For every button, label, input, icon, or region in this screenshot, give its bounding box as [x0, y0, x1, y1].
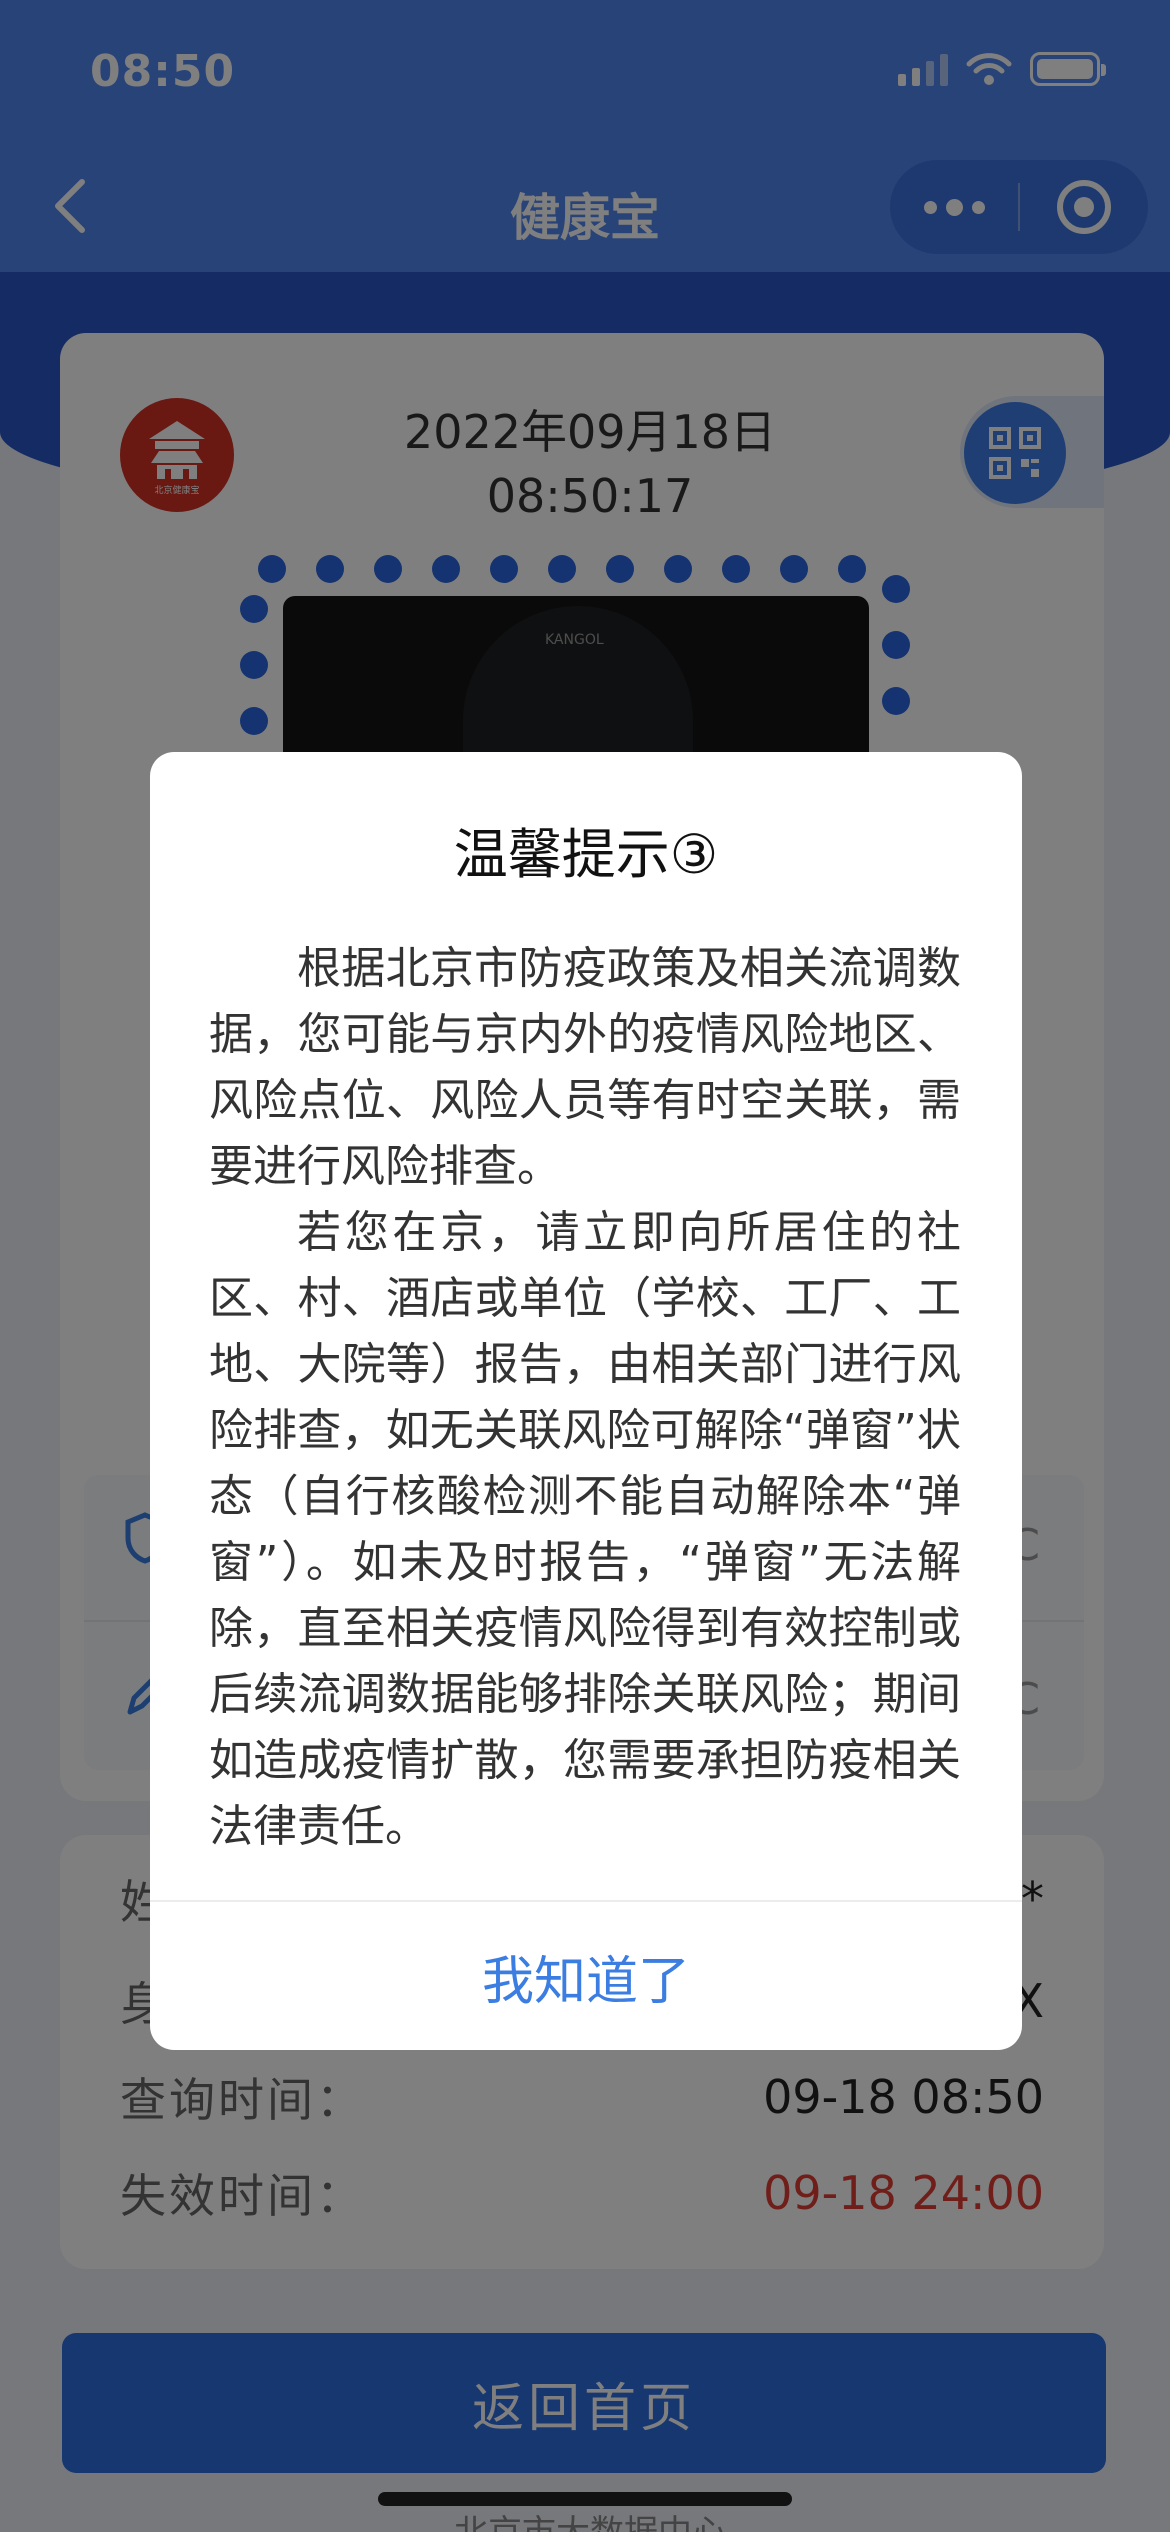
- dialog-title: 温馨提示③: [453, 823, 719, 886]
- dialog-paragraph-2: 若您在京，请立即向所居住的社区、村、酒店或单位（学校、工厂、工地、大院等）报告，…: [209, 1207, 961, 1852]
- acknowledge-button[interactable]: 我知道了: [150, 1902, 1022, 2050]
- home-indicator[interactable]: [378, 2492, 792, 2506]
- warning-dialog: 温馨提示③ 根据北京市防疫政策及相关流调数据，您可能与京内外的疫情风险地区、风险…: [150, 752, 1022, 2050]
- dialog-body: 根据北京市防疫政策及相关流调数据，您可能与京内外的疫情风险地区、风险点位、风险人…: [209, 936, 961, 1860]
- dialog-paragraph-1: 根据北京市防疫政策及相关流调数据，您可能与京内外的疫情风险地区、风险点位、风险人…: [209, 943, 961, 1192]
